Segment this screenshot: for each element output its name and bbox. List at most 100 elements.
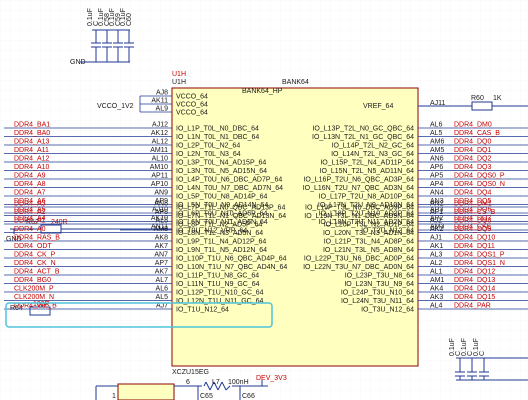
pin-name: IO_L4N_T0U_N7_DBC_AD7N_64 — [176, 185, 283, 192]
net-label: DDR4_DQ15 — [454, 294, 495, 301]
pin-name: IO_L21N_T3L_N5_AD8N_64 — [323, 247, 414, 254]
pin-name: IO_L13P_T2L_N0_GC_QBC_64 — [312, 126, 414, 133]
net-label: DDR4_DQ13 — [454, 277, 495, 284]
pin-name: IO_L14P_T2L_N2_GC_64 — [332, 143, 415, 150]
pin-number: AP7 — [155, 260, 168, 267]
pin-name: IO_L10N_T1U_N7_QBC_AD4N_64 — [176, 264, 287, 271]
pin-name: IO_L4P_T0U_N6_DBC_AD7P_64 — [176, 177, 282, 184]
pin-number: AL6 — [430, 122, 443, 129]
pin-name: IO_L17P_T2U_N8_AD10P_64 — [319, 194, 414, 201]
net-label: DDR4_DQS0_P — [454, 173, 505, 180]
pin-name: IO_L15P_T2L_N4_AD11P_64 — [320, 160, 414, 167]
c65-ref: C65 — [200, 393, 213, 400]
net-label: DDR4_DQ8 — [454, 218, 491, 225]
bottom-pin-6: 6 — [186, 379, 190, 386]
pin-number: AP6 — [430, 164, 443, 171]
net-label: DDR4_A8 — [14, 181, 46, 188]
net-label: DDR4_DQ4 — [454, 190, 491, 197]
net-label: DDR4_DQ2 — [454, 156, 491, 163]
pin-name: IO_L2N_T0L_N3_64 — [176, 151, 241, 158]
net-label: DDR4_DQS0_N — [454, 181, 505, 188]
net-label: DDR4_ODT — [14, 243, 52, 250]
pin-name: IO_L8N_T1L_N3_AD5N_64 — [176, 230, 263, 237]
dev-3v3-net: DEV_3V3 — [256, 375, 287, 382]
pin-name: IO_L3N_T0L_N5_AD15N_64 — [176, 168, 267, 175]
pin-name: IO_L23P_T3U_N8_64 — [345, 273, 414, 280]
net-label: CLK200M_P — [14, 286, 54, 293]
net-label: DDR4_A11 — [14, 147, 49, 154]
pin-number: AL6 — [156, 286, 169, 293]
l7-value: 100nH — [228, 379, 249, 386]
pin-name: IO_L21P_T3L_N4_AD8P_64 — [324, 239, 414, 246]
pin-number: AP1 — [430, 209, 443, 216]
pin-number: AP4 — [430, 181, 443, 188]
pin-number: AN2 — [430, 201, 444, 208]
pin-number: AN8 — [154, 201, 168, 208]
vcco-net-label: VCCO_1V2 — [97, 103, 134, 110]
net-label: DDR4_A0 — [14, 226, 46, 233]
pin-number: AK8 — [155, 235, 168, 242]
pin-name: IO_L13N_T2L_N1_GC_QBC_64 — [312, 134, 414, 141]
pin-number: AK3 — [430, 294, 443, 301]
cap-label: C — [455, 351, 462, 356]
pin-name: IO_L14N_T2L_N3_GC_64 — [331, 151, 414, 158]
pin-number: AM8 — [154, 226, 169, 233]
c66-ref: C66 — [242, 393, 255, 400]
pin-name: IO_L20P_T3L_N2_AD1P_64 — [324, 222, 414, 229]
pin-number: AM6 — [430, 139, 445, 146]
pin-number: AK1 — [430, 243, 443, 250]
cap-label: C — [479, 351, 486, 356]
net-label: DDR4_CK_N — [14, 260, 56, 267]
net-label: DDR4_DQ14 — [454, 286, 495, 293]
pin-name: IO_L9N_T1L_N5_AD12N_64 — [176, 247, 267, 254]
pin-number: AM10 — [150, 164, 168, 171]
pin-number: AL5 — [430, 130, 443, 137]
cap-label: C — [93, 21, 100, 26]
chip-ref-a: U1H — [172, 71, 186, 78]
pin-number: AM1 — [430, 277, 445, 284]
pin-number: AP10 — [151, 181, 168, 188]
top-gnd-label: GND — [70, 59, 86, 66]
net-label: DDR4_BA1 — [14, 122, 50, 129]
net-label: DDR4_DQS1_P — [454, 252, 505, 259]
pin-number: AL7 — [156, 277, 169, 284]
pin-number: AK7 — [155, 243, 168, 250]
pin-name: IO_L22P_T3U_N6_DBC_AD0P_64 — [304, 256, 414, 263]
vref-pin-name: VREF_64 — [363, 103, 393, 110]
pin-name: IO_L7N_T1L_N1_QBC_AD13N_64 — [176, 213, 286, 220]
cap-label: C58 — [104, 13, 111, 26]
net-label: DDR4_CK_P — [14, 252, 56, 259]
pin-name: IO_L15N_T2L_N5_AD11N_64 — [320, 168, 415, 175]
pin-number: AJ2 — [430, 218, 442, 225]
pin-name: IO_T3U_N12_64 — [361, 307, 414, 314]
net-label: DDR4_A10 — [14, 164, 50, 171]
cap-label: C — [467, 351, 474, 356]
net-label: DDR4_DQ1 — [454, 147, 491, 154]
net-label: DDR4_RAS_B — [14, 235, 60, 242]
pin-number: AL12 — [152, 139, 168, 146]
schematic-sheet: GND 0.1uF 0.1uF 0.1uF 0.1uFC C58 C59 C60 U1H U… — [0, 0, 528, 400]
r60-value: 1K — [493, 95, 502, 102]
pin-number: AJ1 — [430, 235, 442, 242]
bottom-pin-1: 1 — [112, 393, 116, 400]
pin-name: IO_L23N_T3U_N9_64 — [344, 281, 414, 288]
pin-name: IO_L1N_T0L_N1_DBC_64 — [176, 134, 259, 141]
net-label: DDR4_DQ10 — [454, 235, 495, 242]
pin-number: AP5 — [430, 173, 443, 180]
net-label: DDR4_A1 — [14, 218, 46, 225]
pin-name: IO_L1P_T0L_N0_DBC_64 — [176, 126, 259, 133]
net-label: DDR4_DQ11 — [454, 243, 495, 250]
net-label: DDR4_DM1 — [454, 201, 492, 208]
pin-number: AK2 — [430, 226, 443, 233]
net-label: CLK200M_N — [14, 294, 54, 301]
pin-number: AL3 — [430, 252, 443, 259]
vcco-pin-name: VCCO_64 — [176, 110, 208, 117]
net-label: DDR4_CS_B — [454, 209, 496, 216]
net-label: DDR4_A2 — [14, 209, 46, 216]
r60-ref: R60 — [471, 95, 484, 102]
pin-name: IO_L11N_T1U_N9_GC_64 — [176, 281, 260, 288]
vcco-pin-number: AL9 — [156, 106, 169, 113]
net-label: DDR4_DQ3 — [454, 164, 491, 171]
vcco-pin-number: AJ8 — [156, 90, 168, 97]
pin-number: AN4 — [430, 190, 444, 197]
